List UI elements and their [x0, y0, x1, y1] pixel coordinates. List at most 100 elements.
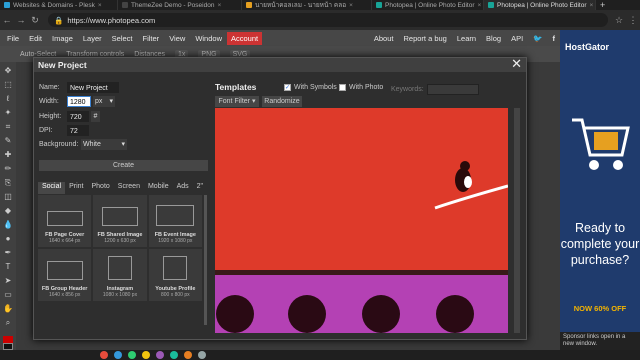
dodge-tool-icon[interactable]: ●	[2, 233, 14, 245]
height-input[interactable]: 720	[67, 111, 89, 122]
templates-scrollbar[interactable]	[514, 108, 520, 333]
app-icon[interactable]	[142, 351, 150, 359]
close-icon[interactable]: ×	[217, 2, 221, 9]
decor-circle	[216, 295, 254, 333]
url-input[interactable]: 🔒 https://www.photopea.com	[48, 13, 608, 27]
new-tab-button[interactable]: +	[596, 0, 609, 10]
forward-icon[interactable]: →	[14, 15, 28, 25]
menu-filter[interactable]: Filter	[138, 34, 165, 43]
width-input[interactable]: 1280	[67, 96, 91, 107]
crop-tool-icon[interactable]: ⌗	[2, 121, 14, 133]
width-unit-value: px	[95, 98, 103, 105]
reload-icon[interactable]: ↻	[28, 15, 42, 26]
height-label: Height:	[39, 113, 62, 120]
preset-card[interactable]: FB Group Header 1640 x 856 px	[38, 249, 92, 301]
preset-scrollbar[interactable]	[204, 195, 207, 325]
create-button[interactable]: Create	[39, 160, 208, 171]
menu-image[interactable]: Image	[47, 34, 78, 43]
menu-layer[interactable]: Layer	[78, 34, 107, 43]
background-select[interactable]: White ▾	[81, 139, 127, 150]
menu-icon[interactable]: ⋮	[626, 15, 640, 26]
browser-tab-active[interactable]: Photopea | Online Photo Editor ×	[484, 0, 596, 10]
menu-api[interactable]: API	[506, 34, 528, 43]
blur-tool-icon[interactable]: 💧	[2, 219, 14, 231]
font-filter-label: Font Filter	[218, 98, 251, 105]
with-symbols-checkbox[interactable]: ✓ With Symbols	[284, 84, 337, 91]
menu-about[interactable]: About	[369, 34, 399, 43]
keywords-label: Keywords:	[391, 86, 424, 93]
twitter-icon[interactable]: 🐦	[528, 34, 547, 43]
menu-view[interactable]: View	[164, 34, 190, 43]
menu-report-bug[interactable]: Report a bug	[398, 34, 451, 43]
preset-card[interactable]: FB Shared Image 1200 x 630 px	[93, 195, 147, 247]
with-photo-checkbox[interactable]: With Photo	[339, 84, 383, 91]
healing-tool-icon[interactable]: ✚	[2, 149, 14, 161]
menu-learn[interactable]: Learn	[452, 34, 481, 43]
menu-window[interactable]: Window	[190, 34, 227, 43]
menu-select[interactable]: Select	[107, 34, 138, 43]
browser-tab[interactable]: Photopea | Online Photo Editor ×	[372, 0, 484, 10]
app-icon[interactable]	[184, 351, 192, 359]
tab-photo[interactable]: Photo	[87, 182, 113, 194]
lasso-tool-icon[interactable]: ℓ	[2, 93, 14, 105]
tab-ads[interactable]: Ads	[173, 182, 193, 194]
close-icon[interactable]: ✕	[511, 56, 522, 72]
tab-more[interactable]: 2"	[193, 182, 207, 194]
eraser-tool-icon[interactable]: ◫	[2, 191, 14, 203]
pen-tool-icon[interactable]: ✒	[2, 247, 14, 259]
browser-tab[interactable]: นายหน้าคอลเลม - นายหน้า คลอ ×	[242, 0, 372, 10]
path-select-icon[interactable]: ➤	[2, 275, 14, 287]
type-tool-icon[interactable]: T	[2, 261, 14, 273]
star-icon[interactable]: ☆	[612, 15, 626, 26]
app-icon[interactable]	[114, 351, 122, 359]
hand-tool-icon[interactable]: ✋	[2, 303, 14, 315]
facebook-icon[interactable]: f	[548, 34, 561, 43]
tab-mobile[interactable]: Mobile	[144, 182, 173, 194]
tab-social[interactable]: Social	[38, 182, 66, 194]
hostgator-ad[interactable]: HostGator Ready to complete your purchas…	[560, 30, 640, 350]
magic-wand-icon[interactable]: ✦	[2, 107, 14, 119]
name-input[interactable]: New Project	[67, 82, 119, 93]
close-icon[interactable]: ×	[590, 2, 594, 9]
dpi-input[interactable]: 72	[67, 125, 89, 136]
close-icon[interactable]: ×	[349, 2, 353, 9]
app-icon[interactable]	[100, 351, 108, 359]
menu-blog[interactable]: Blog	[481, 34, 506, 43]
app-icon[interactable]	[156, 351, 164, 359]
fill-tool-icon[interactable]: ◆	[2, 205, 14, 217]
marquee-tool-icon[interactable]: ⬚	[2, 79, 14, 91]
template-preview[interactable]	[215, 108, 508, 333]
preset-card[interactable]: FB Event Image 1920 x 1080 px	[148, 195, 202, 247]
keywords-input[interactable]	[426, 84, 479, 95]
back-icon[interactable]: ←	[0, 15, 14, 25]
link-dimensions-button[interactable]: #	[91, 111, 100, 122]
menu-file[interactable]: File	[2, 34, 24, 43]
width-unit-select[interactable]: px ▾	[93, 96, 115, 107]
app-icon[interactable]	[128, 351, 136, 359]
account-button[interactable]: Account	[227, 31, 263, 45]
browser-tab[interactable]: ThemeZee Demo - Poseidon ×	[118, 0, 242, 10]
tab-label: ThemeZee Demo - Poseidon	[131, 1, 215, 9]
preset-card[interactable]: FB Page Cover 1640 x 664 px	[38, 195, 92, 247]
browser-tab[interactable]: Websites & Domains - Plesk ×	[0, 0, 118, 10]
tab-print[interactable]: Print	[65, 182, 87, 194]
preset-card[interactable]: Youtube Profile 800 x 800 px	[148, 249, 202, 301]
foreground-color-swatch[interactable]	[3, 336, 13, 343]
zoom-tool-icon[interactable]: ⌕	[2, 317, 14, 329]
brush-tool-icon[interactable]: ✏	[2, 163, 14, 175]
background-color-swatch[interactable]	[3, 342, 13, 350]
tab-screen[interactable]: Screen	[114, 182, 144, 194]
menu-edit[interactable]: Edit	[24, 34, 47, 43]
close-icon[interactable]: ×	[98, 2, 102, 9]
randomize-button[interactable]: Randomize	[262, 96, 302, 107]
close-icon[interactable]: ×	[478, 2, 482, 9]
app-icon[interactable]	[170, 351, 178, 359]
preset-card[interactable]: Instagram 1080 x 1080 px	[93, 249, 147, 301]
clone-tool-icon[interactable]: ⎘	[2, 177, 14, 189]
app-icon[interactable]	[198, 351, 206, 359]
font-filter-button[interactable]: Font Filter ▾	[215, 96, 259, 107]
shape-tool-icon[interactable]: ▭	[2, 289, 14, 301]
template-divider	[215, 270, 508, 275]
eyedropper-icon[interactable]: ✎	[2, 135, 14, 147]
move-tool-icon[interactable]: ✥	[2, 65, 14, 77]
